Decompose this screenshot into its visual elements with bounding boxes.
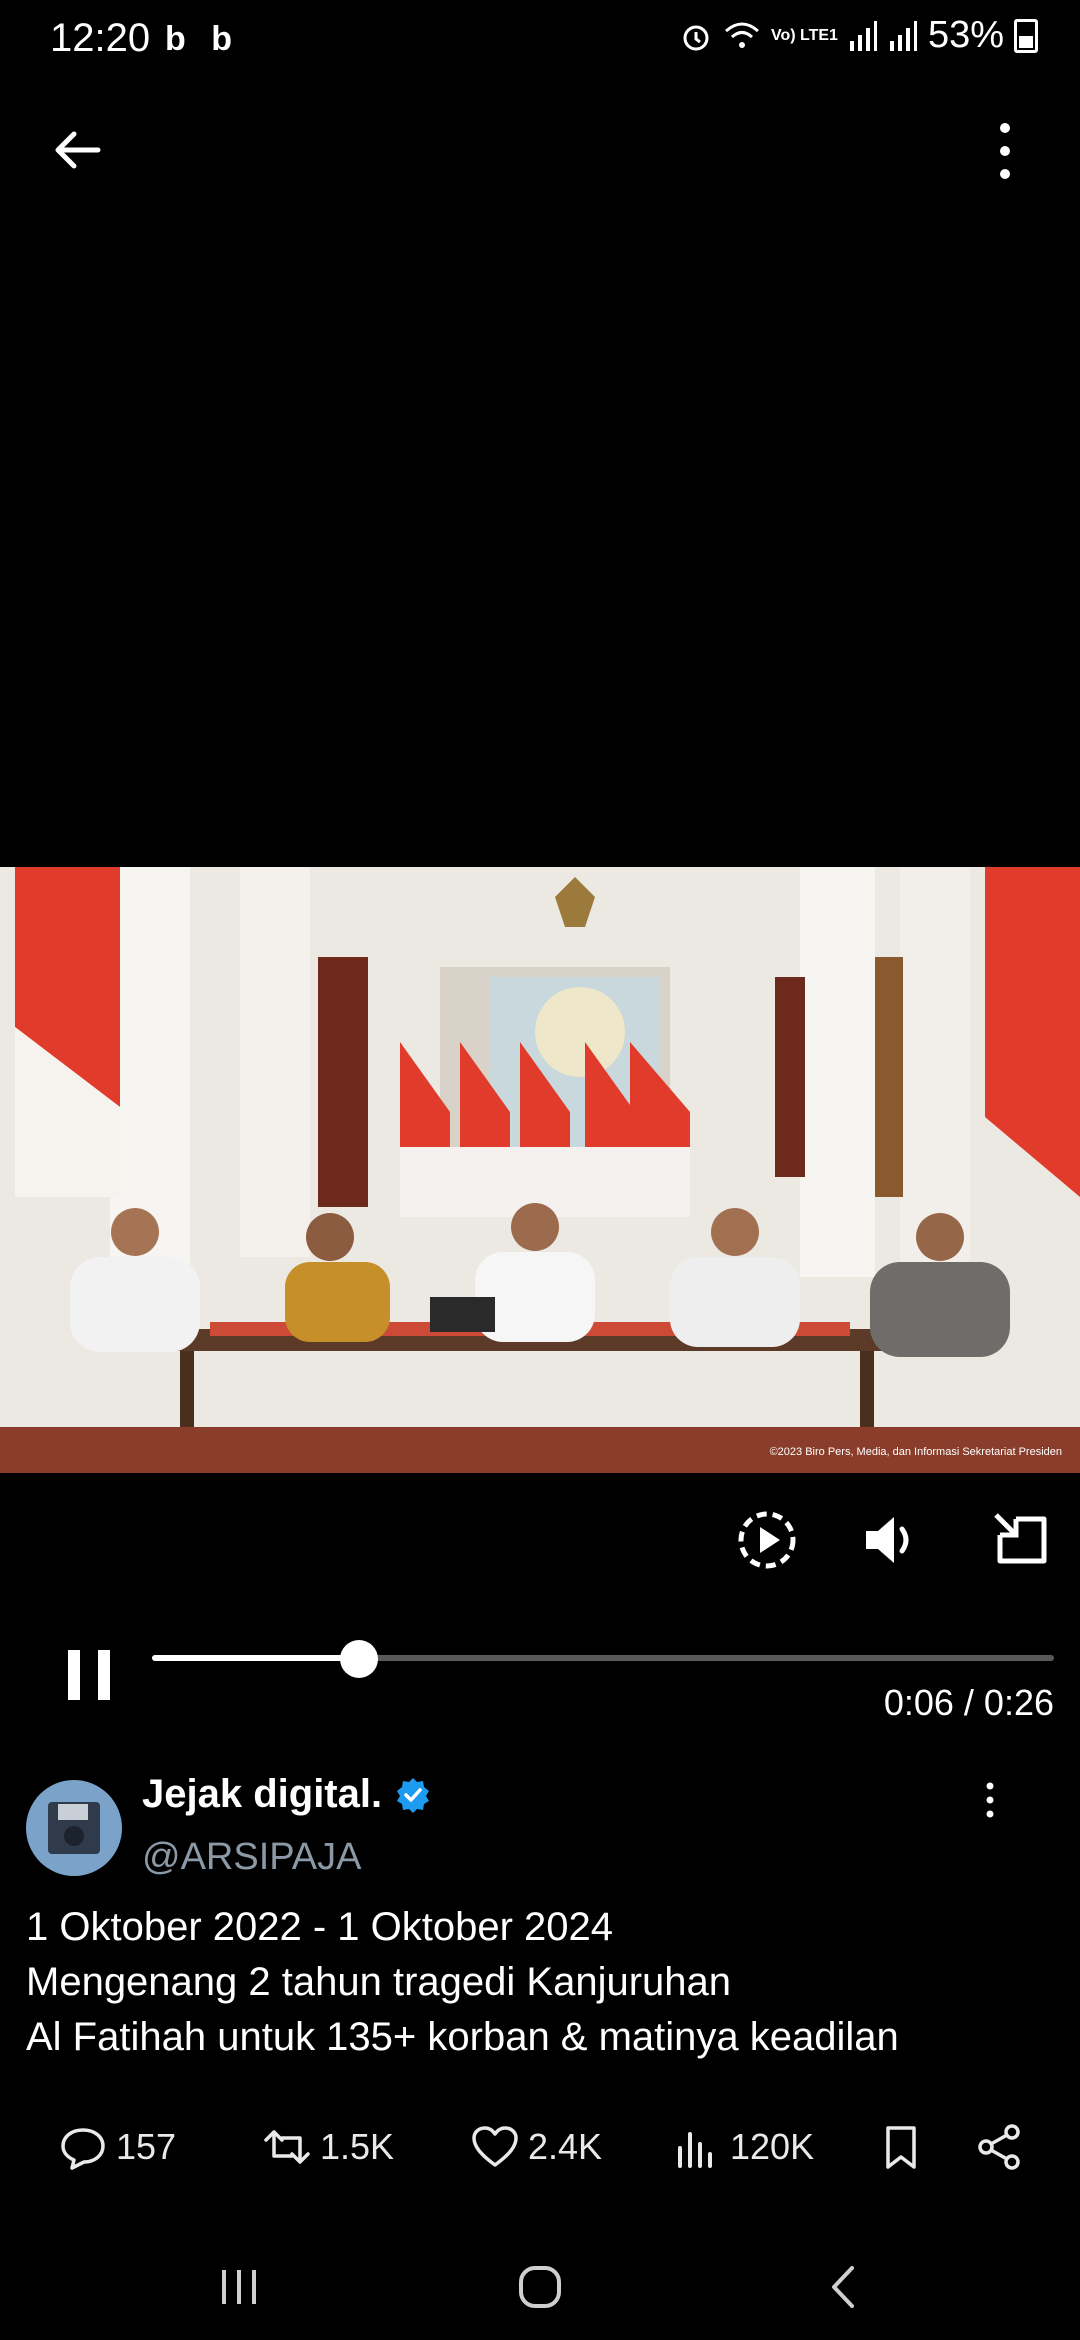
bookmark-icon [886, 2126, 916, 2169]
wifi-icon [724, 22, 759, 48]
tweet-text: 1 Oktober 2022 - 1 Oktober 2024 Mengenan… [26, 1900, 1056, 2065]
battery-percent: 53% [927, 14, 1004, 56]
avatar[interactable] [26, 1780, 122, 1876]
like-button[interactable]: 2.4K [470, 2115, 602, 2179]
volume-icon[interactable] [856, 1505, 926, 1575]
status-right: Vo) LTE1 53% [679, 14, 1038, 57]
views-button[interactable]: 120K [672, 2115, 814, 2179]
heart-icon [472, 2126, 518, 2167]
repost-count: 1.5K [320, 2126, 395, 2167]
signal-icon [849, 20, 877, 51]
recents-icon[interactable] [214, 2262, 264, 2312]
tweet-line: 1 Oktober 2022 - 1 Oktober 2024 [26, 1905, 614, 1949]
alarm-icon [683, 25, 709, 50]
video-player[interactable]: ©2023 Biro Pers, Media, dan Informasi Se… [0, 867, 1080, 1473]
verified-badge-icon [397, 1777, 430, 1813]
signal-icon-2 [889, 20, 917, 51]
video-watermark: ©2023 Biro Pers, Media, dan Informasi Se… [770, 1446, 1062, 1458]
tweet-actions: 157 1.5K 2.4K 120K [0, 2115, 1080, 2179]
views-chart-icon [678, 2132, 712, 2168]
more-options-icon[interactable] [990, 118, 1020, 184]
like-count: 2.4K [528, 2126, 603, 2167]
reply-button[interactable]: 157 [58, 2115, 176, 2179]
tweet-line: Al Fatihah untuk 135+ korban & matinya k… [26, 2015, 899, 2059]
network-label: Vo) LTE1 [770, 26, 838, 44]
video-frame: ©2023 Biro Pers, Media, dan Informasi Se… [0, 867, 1080, 1473]
autoplay-icon[interactable] [732, 1505, 802, 1575]
pause-icon[interactable] [60, 1640, 120, 1710]
display-name[interactable]: Jejak digital. [142, 1772, 382, 1817]
notification-icons: b b [165, 20, 240, 58]
repost-icon [264, 2130, 310, 2164]
views-count: 120K [730, 2126, 815, 2167]
system-nav-bar [0, 2240, 1080, 2340]
seek-thumb[interactable] [340, 1640, 378, 1678]
exit-fullscreen-icon[interactable] [986, 1505, 1056, 1575]
reply-count: 157 [116, 2126, 177, 2167]
status-bar: 12:20 b b Vo) LTE1 53% [0, 0, 1080, 80]
repost-button[interactable]: 1.5K [262, 2115, 394, 2179]
home-icon[interactable] [515, 2262, 565, 2312]
back-arrow-icon[interactable] [48, 120, 108, 180]
tweet-line: Mengenang 2 tahun tragedi Kanjuruhan [26, 1960, 731, 2004]
system-back-icon[interactable] [820, 2262, 870, 2312]
tweet-more-icon[interactable] [980, 1780, 1000, 1820]
status-time: 12:20 [50, 16, 151, 60]
floppy-disk-icon [48, 1802, 100, 1854]
share-button[interactable] [974, 2115, 1024, 2179]
seek-progress [152, 1655, 359, 1661]
battery-icon [1014, 18, 1038, 53]
bookmark-button[interactable] [876, 2115, 926, 2179]
user-handle[interactable]: @ARSIPAJA [142, 1836, 361, 1879]
reply-icon [61, 2128, 105, 2170]
video-timecode: 0:06 / 0:26 [883, 1682, 1054, 1723]
author-row: Jejak digital. [142, 1772, 432, 1817]
video-controls [0, 1505, 1080, 1585]
share-icon [978, 2124, 1020, 2170]
